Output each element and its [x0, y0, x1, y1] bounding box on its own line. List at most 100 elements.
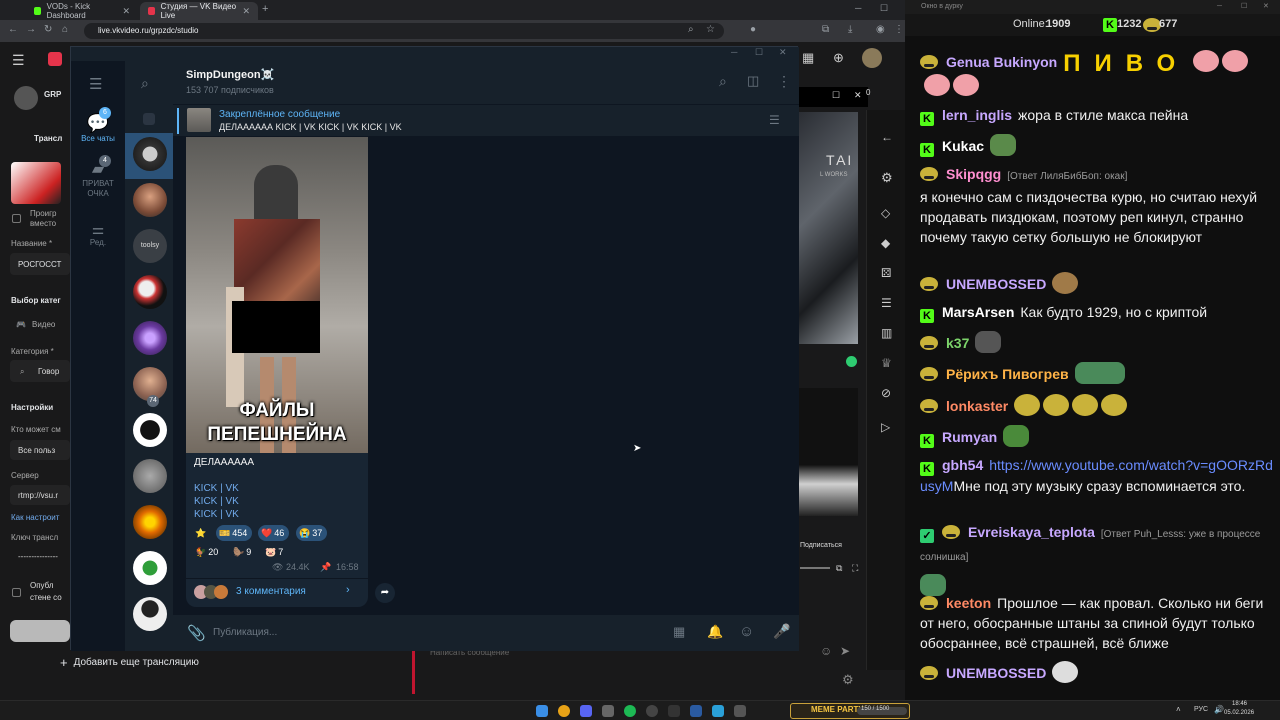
- tab-vk-studio[interactable]: Студия — VK Видео Live ✕: [140, 2, 258, 20]
- calendar-icon[interactable]: ▦: [673, 624, 685, 640]
- close-icon[interactable]: ✕: [122, 6, 130, 17]
- search-icon[interactable]: ⌕: [719, 73, 727, 90]
- chat-nick[interactable]: Genua Bukinyon: [946, 54, 1057, 70]
- hamburger-icon[interactable]: ☰: [12, 52, 25, 69]
- trophy-icon[interactable]: ♕: [881, 356, 892, 370]
- chat-avatar[interactable]: [133, 597, 167, 631]
- url-field[interactable]: live.vkvideo.ru/grpzdc/studio: [84, 23, 724, 39]
- chat-avatar[interactable]: [133, 505, 167, 539]
- list-icon[interactable]: ☰: [881, 296, 892, 310]
- subscribe-button[interactable]: Подписаться: [800, 542, 842, 549]
- checkbox[interactable]: [12, 214, 21, 223]
- folder-edit[interactable]: ⚌ Ред.: [71, 221, 125, 247]
- chat-nick[interactable]: lonkaster: [946, 398, 1008, 414]
- chat-avatar[interactable]: [133, 275, 167, 309]
- sidebar-toggle-icon[interactable]: ◫: [747, 73, 759, 89]
- chat-avatar[interactable]: [133, 321, 167, 355]
- telegram-icon[interactable]: [712, 705, 724, 717]
- close-icon[interactable]: ✕: [779, 47, 787, 58]
- share-button[interactable]: ➦: [375, 583, 395, 603]
- search-icon[interactable]: ⌕: [141, 75, 149, 92]
- chat-nick[interactable]: k37: [946, 335, 969, 351]
- spotify-icon[interactable]: [624, 705, 636, 717]
- chat-nick[interactable]: Evreiskaya_teplota: [968, 524, 1095, 540]
- gear-icon[interactable]: ⚙: [842, 672, 854, 688]
- chat-nick[interactable]: Рёрихъ Пивогрев: [946, 366, 1069, 382]
- pinned-message-bar[interactable]: Закреплённое сообщение ДЕЛАААААА KICK | …: [173, 105, 799, 137]
- stats-icon[interactable]: ▥: [881, 326, 892, 340]
- smile-icon[interactable]: ☺: [820, 644, 832, 658]
- reload-icon[interactable]: ↻: [44, 24, 52, 35]
- paperclip-icon[interactable]: 📎: [187, 624, 206, 642]
- chat-nick[interactable]: Skipqgg: [946, 166, 1001, 182]
- search-icon[interactable]: ⌕: [688, 24, 694, 35]
- post-image[interactable]: ФАЙЛЫ ПЕПЕШНЕЙНА: [186, 137, 368, 453]
- broadcast-tab[interactable]: Трансл: [34, 134, 62, 143]
- new-tab-button[interactable]: +: [262, 3, 268, 15]
- app-icon[interactable]: [668, 705, 680, 717]
- start-button[interactable]: [10, 620, 70, 642]
- menu-kebab-icon[interactable]: ⋮: [894, 24, 904, 35]
- discord-icon[interactable]: [580, 705, 592, 717]
- emoji-icon[interactable]: ☺: [739, 623, 754, 640]
- publish-checkbox[interactable]: [12, 588, 21, 597]
- chat-nick[interactable]: MarsArsen: [942, 304, 1014, 320]
- reaction[interactable]: 🐷 7: [262, 544, 288, 560]
- avatar[interactable]: [862, 48, 882, 68]
- post-link[interactable]: KICK | VK: [194, 483, 239, 494]
- folder-icon[interactable]: [602, 705, 614, 717]
- chat-avatar[interactable]: [133, 183, 167, 217]
- microphone-icon[interactable]: 🎤: [773, 623, 790, 640]
- pinned-list-icon[interactable]: ☰: [769, 113, 780, 127]
- minimize-icon[interactable]: ─: [855, 3, 861, 13]
- chrome-icon[interactable]: [558, 705, 570, 717]
- reaction-star[interactable]: ⭐: [192, 525, 211, 541]
- reaction[interactable]: 🦫 9: [230, 544, 256, 560]
- post-link[interactable]: KICK | VK: [194, 509, 239, 520]
- folder-all-chats[interactable]: 💬 6 Все чаты: [71, 107, 125, 143]
- dice-icon[interactable]: ⚄: [881, 266, 891, 280]
- star-icon[interactable]: ☆: [706, 24, 715, 35]
- video-category[interactable]: Видео: [32, 320, 55, 329]
- chat-nick[interactable]: UNEMBOSSED: [946, 665, 1046, 681]
- clock-time[interactable]: 18:46: [1232, 701, 1247, 707]
- post-link[interactable]: KICK | VK: [194, 496, 239, 507]
- reaction[interactable]: 😭 37: [296, 525, 328, 541]
- gear-icon[interactable]: ⚙: [881, 170, 893, 186]
- maximize-icon[interactable]: ☐: [832, 90, 840, 101]
- chat-nick[interactable]: UNEMBOSSED: [946, 276, 1046, 292]
- add-broadcast-button[interactable]: + Добавить еще трансляцию: [10, 650, 240, 674]
- reaction[interactable]: 🐓 20: [192, 544, 223, 560]
- back-arrow-icon[interactable]: ←: [881, 130, 893, 144]
- reaction[interactable]: 🎫 454: [216, 525, 253, 541]
- download-icon[interactable]: ⤓: [848, 24, 852, 35]
- pip-icon[interactable]: ⧉: [836, 563, 842, 574]
- minimize-icon[interactable]: ─: [1217, 0, 1222, 14]
- comments-button[interactable]: 3 комментария ›: [186, 579, 368, 607]
- video-icon[interactable]: ▷: [881, 420, 890, 434]
- chat-avatar[interactable]: [133, 413, 167, 447]
- gem-icon[interactable]: ◆: [881, 236, 890, 250]
- fullscreen-icon[interactable]: ⛶: [852, 563, 858, 574]
- app-icon[interactable]: [734, 705, 746, 717]
- grid-icon[interactable]: ▦: [802, 50, 814, 66]
- chat-nick[interactable]: gbh54: [942, 457, 983, 473]
- close-icon[interactable]: ✕: [1263, 0, 1269, 14]
- compose-input[interactable]: Публикация...: [213, 621, 633, 645]
- language-indicator[interactable]: РУС: [1194, 706, 1208, 713]
- chat-avatar[interactable]: [133, 551, 167, 585]
- obs-icon[interactable]: [646, 705, 658, 717]
- chat-avatar-toolsy[interactable]: toolsy: [133, 229, 167, 263]
- how-to-setup-link[interactable]: Как настроит: [11, 513, 59, 522]
- reaction[interactable]: ❤️ 46: [258, 525, 290, 541]
- add-icon[interactable]: ⊕: [833, 50, 844, 66]
- maximize-icon[interactable]: ☐: [755, 47, 763, 58]
- home-icon[interactable]: ⌂: [62, 24, 68, 35]
- meme-party-widget[interactable]: MEME PARTY 150 / 1500: [790, 703, 910, 719]
- hamburger-icon[interactable]: ☰: [89, 75, 102, 93]
- chat-nick[interactable]: Rumyan: [942, 429, 997, 445]
- bell-icon[interactable]: 🔔: [707, 624, 723, 640]
- tab-kick-dashboard[interactable]: VODs - Kick Dashboard ✕: [26, 2, 138, 20]
- chevron-up-icon[interactable]: ˄: [1176, 705, 1181, 714]
- folder-private[interactable]: ▰ 4 ПРИВАТ ОЧКА: [71, 155, 125, 199]
